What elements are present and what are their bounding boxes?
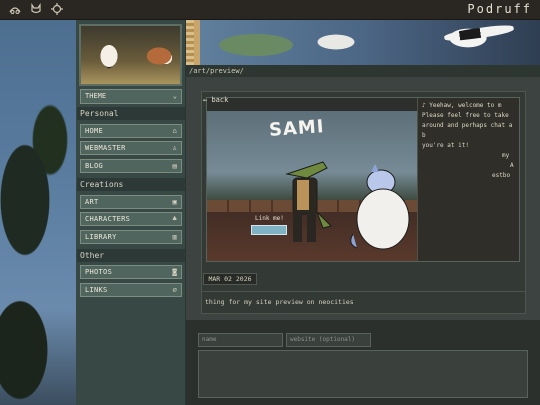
banner-stamp-edge [186, 20, 194, 65]
link-icon: ⌀ [172, 286, 177, 294]
book-icon: ▥ [172, 233, 177, 241]
image-icon: ▣ [172, 198, 177, 206]
nav-item-library[interactable]: LIBRARY ▥ [80, 230, 182, 244]
nav-item-art[interactable]: ART ▣ [80, 195, 182, 209]
note-line: A [510, 162, 514, 169]
website-input[interactable]: website (optional) [286, 333, 371, 347]
badger-face [443, 23, 515, 43]
nav-item-blog[interactable]: BLOG ▤ [80, 159, 182, 173]
nav-item-links[interactable]: LINKS ⌀ [80, 283, 182, 297]
section-creations: Creations [77, 178, 185, 191]
nav-item-label: LIBRARY [85, 233, 117, 241]
section-other: Other [77, 249, 185, 262]
welcome-note: ♪ Yeehaw, welcome to m Please feel free … [417, 98, 519, 261]
nav-item-label: BLOG [85, 162, 104, 170]
post-date: MAR 02 2026 [203, 273, 257, 285]
top-bar: Podruff [0, 0, 540, 20]
theme-select-label: THEME [85, 92, 107, 100]
nav-item-characters[interactable]: CHARACTERS ♣ [80, 212, 182, 226]
note-line: my [502, 152, 510, 159]
section-personal: Personal [77, 107, 185, 120]
home-icon: ⌂ [172, 127, 177, 135]
theme-select[interactable]: THEME ⌄ [80, 89, 182, 104]
nav-item-photos[interactable]: PHOTOS ◙ [80, 265, 182, 279]
group-icon: ♣ [172, 215, 177, 223]
preview-title-text: SAMI [268, 116, 326, 141]
nav-item-label: LINKS [85, 286, 108, 294]
camera-icon: ◙ [172, 268, 177, 276]
badger-banner [186, 20, 540, 65]
link-button-image [251, 225, 287, 235]
chevron-down-icon: ⌄ [172, 92, 177, 100]
comment-textarea[interactable] [198, 350, 528, 398]
nav-item-webmaster[interactable]: WEBMASTER ♙ [80, 141, 182, 155]
badger-fox-photo [79, 24, 182, 86]
note-line: estbo [492, 172, 511, 179]
nav-item-label: HOME [85, 127, 104, 135]
trees-sky-background [0, 20, 76, 405]
note-line: ♪ Yeehaw, welcome to m [422, 102, 502, 109]
note-line: Please feel free to take [422, 112, 509, 119]
divider [201, 291, 526, 292]
post-caption: thing for my site preview on neocities [205, 298, 354, 306]
back-label: back [211, 96, 229, 104]
nav-item-label: ART [85, 198, 99, 206]
link-me-label: Link me! [255, 215, 284, 222]
back-link[interactable]: ← back [203, 94, 239, 106]
art-preview-image[interactable]: SAMI Link me! ♪ Yeehaw, welcome to m Ple… [206, 97, 520, 262]
webring-icon[interactable] [9, 3, 21, 15]
site-name[interactable]: Podruff [467, 2, 532, 16]
name-input[interactable]: name [198, 333, 283, 347]
nav-item-label: PHOTOS [85, 268, 113, 276]
nav-item-label: WEBMASTER [85, 144, 126, 152]
nav-item-home[interactable]: HOME ⌂ [80, 124, 182, 138]
back-arrow-icon: ← [203, 96, 208, 104]
blog-icon: ▤ [172, 162, 177, 170]
nav-item-label: CHARACTERS [85, 215, 131, 223]
cat-icon[interactable] [30, 3, 42, 15]
note-line: around and perhaps chat a b [422, 122, 513, 139]
note-line: you're at it! [422, 142, 469, 149]
crosshair-icon[interactable] [51, 3, 63, 15]
wolf-character [350, 164, 410, 250]
person-icon: ♙ [172, 144, 177, 152]
breadcrumb: /art/preview/ [186, 65, 540, 77]
